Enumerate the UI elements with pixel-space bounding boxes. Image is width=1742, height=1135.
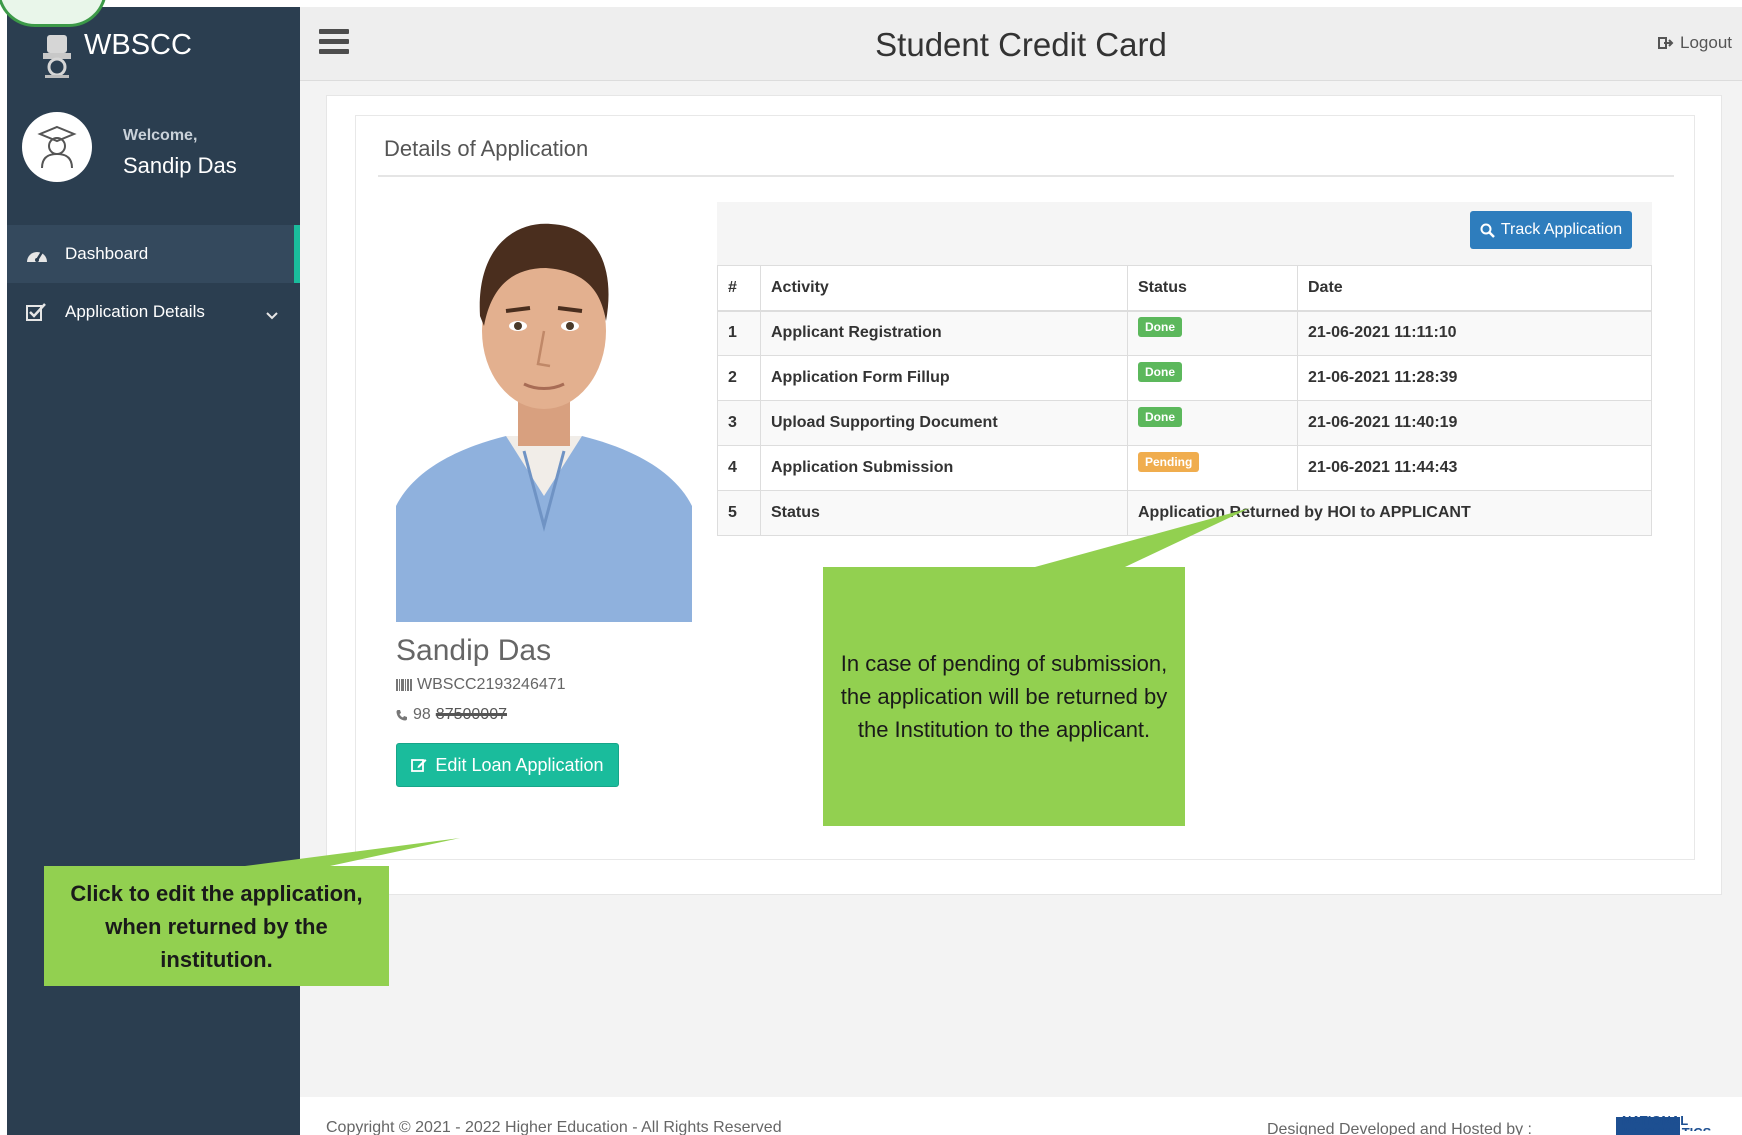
emblem-icon [43, 35, 71, 78]
page-title: Student Credit Card [875, 26, 1167, 63]
row-status: Done [1127, 355, 1298, 401]
table-row: 3 Upload Supporting Document Done 21-06-… [717, 400, 1652, 446]
barcode-icon [396, 679, 412, 691]
edit-button-label: Edit Loan Application [435, 754, 604, 775]
brand-name: WBSCC [84, 29, 192, 61]
dashboard-icon [25, 243, 51, 265]
callout-edit-info: Click to edit the application, when retu… [44, 866, 389, 986]
applicant-id: WBSCC2193246471 [396, 676, 566, 694]
status-badge: Done [1138, 317, 1182, 338]
footer: Copyright © 2021 - 2022 Higher Education… [300, 1097, 1742, 1135]
divider [378, 175, 1674, 177]
applicant-id-text: WBSCC2193246471 [417, 676, 566, 693]
applicant-phone: 98 87500007 [396, 706, 507, 724]
row-date: 21-06-2021 11:11:10 [1297, 310, 1652, 356]
col-number: # [717, 265, 761, 312]
sidebar-nav: Dashboard Application Details [7, 225, 300, 341]
table-row: 5 Status Application Returned by HOI to … [717, 490, 1652, 536]
status-badge: Done [1138, 362, 1182, 382]
card-title: Details of Application [384, 136, 589, 161]
applicant-name: Sandip Das [396, 634, 552, 667]
seal-logo [0, 0, 107, 27]
row-number: 2 [717, 355, 761, 401]
phone-prefix: 98 [413, 706, 431, 723]
sidebar-item-application-details[interactable]: Application Details [7, 283, 300, 341]
application-status-text: Application Returned by HOI to APPLICANT [1127, 490, 1652, 536]
col-date: Date [1297, 265, 1652, 312]
edit-icon [411, 759, 427, 772]
table-row: 4 Application Submission Pending 21-06-2… [717, 445, 1652, 491]
sidebar-item-label: Dashboard [65, 244, 149, 263]
graduate-user-icon [37, 125, 77, 169]
sidebar-item-label: Application Details [65, 302, 205, 321]
topbar: Student Credit Card Logout [300, 7, 1742, 81]
user-profile: Welcome, Sandip Das [7, 102, 300, 192]
row-status: Pending [1127, 445, 1298, 491]
phone-icon [396, 710, 407, 721]
copyright-text: Copyright © 2021 - 2022 Higher Education… [326, 1119, 782, 1135]
avatar [22, 112, 92, 182]
logout-icon [1658, 37, 1674, 49]
row-activity: Application Submission [760, 445, 1128, 491]
row-status: Done [1127, 400, 1298, 446]
table-header-row: # Activity Status Date [717, 265, 1652, 312]
track-application-button[interactable]: Track Application [1470, 211, 1632, 249]
row-number: 4 [717, 445, 761, 491]
applicant-photo [396, 196, 692, 622]
row-number: 5 [717, 490, 761, 536]
row-number: 3 [717, 400, 761, 446]
row-status: Done [1127, 310, 1298, 356]
row-activity: Application Form Fillup [760, 355, 1128, 401]
col-activity: Activity [760, 265, 1128, 312]
row-activity: Upload Supporting Document [760, 400, 1128, 446]
row-number: 1 [717, 310, 761, 356]
table-row: 2 Application Form Fillup Done 21-06-202… [717, 355, 1652, 401]
status-badge: Done [1138, 407, 1182, 427]
checkbox-icon [25, 301, 51, 323]
track-button-label: Track Application [1500, 221, 1623, 238]
callout-pending-info: In case of pending of submission, the ap… [823, 567, 1185, 826]
row-date: 21-06-2021 11:44:43 [1297, 445, 1652, 491]
edit-loan-application-button[interactable]: Edit Loan Application [396, 743, 619, 787]
row-date: 21-06-2021 11:28:39 [1297, 355, 1652, 401]
row-activity: Status [760, 490, 1128, 536]
row-activity: Applicant Registration [760, 310, 1128, 356]
user-name: Sandip Das [123, 153, 237, 178]
sidebar-item-dashboard[interactable]: Dashboard [7, 225, 300, 283]
col-status: Status [1127, 265, 1298, 312]
welcome-text: Welcome, [123, 127, 198, 144]
activity-section: Track Application # Activity Status Date [717, 202, 1652, 536]
chevron-down-icon [266, 305, 278, 325]
row-date: 21-06-2021 11:40:19 [1297, 400, 1652, 446]
activity-table: # Activity Status Date 1 Applicant Regis… [717, 265, 1652, 536]
status-badge: Pending [1138, 452, 1200, 472]
table-row: 1 Applicant Registration Done 21-06-2021… [717, 310, 1652, 356]
nic-text: NATIONAL INFORMATICS [1622, 1115, 1711, 1131]
logout-label: Logout [1680, 33, 1732, 52]
brand[interactable]: WBSCC [0, 0, 300, 87]
phone-masked: 87500007 [435, 706, 507, 723]
designed-by-text: Designed Developed and Hosted by : [1266, 1121, 1532, 1135]
logout-link[interactable]: Logout [1658, 33, 1732, 53]
search-icon [1480, 223, 1495, 238]
